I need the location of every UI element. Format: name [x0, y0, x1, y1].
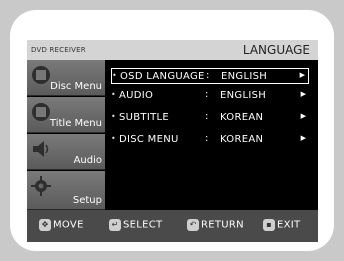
osd-screen: DVD RECEIVER LANGUAGE Disc Menu Title Me… — [27, 40, 318, 242]
chevron-right-icon[interactable]: ▶ — [301, 134, 306, 142]
control-hint-bar: ✥ MOVE ↵ SELECT ↶ RETURN ▪ EXIT — [27, 210, 318, 242]
chevron-right-icon[interactable]: ▶ — [300, 71, 305, 79]
row-value: KOREAN — [220, 112, 264, 123]
chevron-right-icon[interactable]: ▶ — [301, 90, 306, 98]
brand-label: DVD RECEIVER — [31, 46, 86, 54]
return-icon: ↶ — [187, 219, 199, 231]
chevron-right-icon[interactable]: ▶ — [301, 112, 306, 120]
language-menu: • OSD LANGUAGE : ENGLISH ▶ • AUDIO : ENG… — [105, 60, 318, 210]
row-colon: : — [205, 111, 209, 122]
exit-icon: ▪ — [263, 219, 275, 231]
sidebar-item-audio[interactable]: Audio — [27, 134, 105, 170]
sidebar-item-label: Setup — [72, 195, 102, 206]
bullet-icon: • — [111, 134, 116, 143]
exit-hint: ▪ EXIT — [263, 219, 300, 233]
sidebar: Disc Menu Title Menu Audio Setup — [27, 60, 105, 210]
move-hint: ✥ MOVE — [39, 219, 84, 233]
menu-row-subtitle[interactable]: • SUBTITLE : KOREAN ▶ — [111, 110, 309, 126]
disc-icon — [32, 66, 50, 84]
gear-icon — [31, 176, 51, 196]
sidebar-item-setup[interactable]: Setup — [27, 171, 105, 210]
osd-header: DVD RECEIVER LANGUAGE — [27, 40, 318, 60]
row-name: AUDIO — [119, 90, 154, 101]
select-label: SELECT — [123, 219, 163, 231]
exit-label: EXIT — [277, 219, 301, 231]
select-hint: ↵ SELECT — [109, 219, 162, 233]
return-label: RETURN — [201, 219, 244, 231]
menu-row-disc-menu[interactable]: • DISC MENU : KOREAN ▶ — [111, 132, 309, 148]
return-hint: ↶ RETURN — [187, 219, 244, 233]
row-value: ENGLISH — [220, 90, 267, 101]
sidebar-item-disc-menu[interactable]: Disc Menu — [27, 60, 105, 96]
row-value: ENGLISH — [221, 71, 268, 82]
row-colon: : — [206, 70, 210, 81]
menu-row-audio[interactable]: • AUDIO : ENGLISH ▶ — [111, 88, 309, 104]
row-name: DISC MENU — [119, 134, 179, 145]
sidebar-item-label: Disc Menu — [50, 81, 102, 92]
bullet-icon: • — [112, 71, 117, 80]
speaker-icon — [33, 141, 49, 157]
move-label: MOVE — [53, 219, 84, 231]
row-colon: : — [205, 89, 209, 100]
sidebar-item-title-menu[interactable]: Title Menu — [27, 97, 105, 133]
bullet-icon: • — [111, 90, 116, 99]
dpad-icon: ✥ — [39, 219, 51, 231]
row-colon: : — [205, 133, 209, 144]
sidebar-item-label: Title Menu — [49, 118, 102, 129]
row-value: KOREAN — [220, 134, 264, 145]
sidebar-item-label: Audio — [73, 155, 102, 166]
menu-row-osd-language[interactable]: • OSD LANGUAGE : ENGLISH ▶ — [111, 68, 309, 84]
enter-icon: ↵ — [109, 219, 121, 231]
bullet-icon: • — [111, 112, 116, 121]
row-name: OSD LANGUAGE — [120, 71, 205, 82]
page-title: LANGUAGE — [242, 43, 310, 57]
title-icon — [32, 103, 50, 121]
row-name: SUBTITLE — [119, 112, 169, 123]
